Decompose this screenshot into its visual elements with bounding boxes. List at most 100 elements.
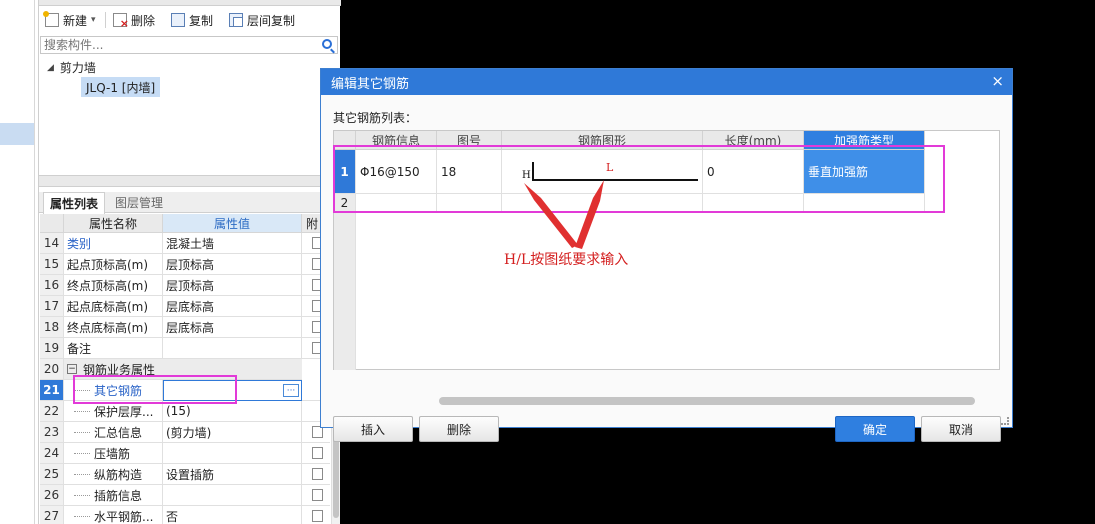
property-name: 纵筋构造: [64, 464, 163, 485]
property-name-text: 纵筋构造: [94, 467, 143, 482]
table-row[interactable]: 25 纵筋构造 设置插筋: [40, 464, 330, 485]
expand-triangle-icon[interactable]: ◢: [47, 63, 54, 73]
row-number: 25: [40, 464, 64, 485]
table-row[interactable]: 22 保护层厚... (15): [40, 401, 330, 422]
tab-label: 图层管理: [115, 196, 164, 210]
floor-copy-button-label: 层间复制: [247, 13, 296, 28]
row-number-header: [40, 214, 64, 233]
property-name-text: 保护层厚...: [94, 404, 154, 419]
property-value[interactable]: (15): [163, 401, 302, 422]
property-tabs: 属性列表 图层管理: [39, 192, 341, 214]
tree-connector: [74, 494, 90, 496]
property-name-text: 压墙筋: [94, 446, 131, 461]
chevron-down-icon[interactable]: ▾: [91, 15, 96, 25]
delete-icon: [113, 13, 129, 30]
search-box: [40, 36, 338, 54]
delete-button-label: 删除: [131, 13, 156, 28]
annotation-highlight-box: [333, 145, 945, 213]
table-row[interactable]: 18 终点底标高(m) 层底标高: [40, 317, 330, 338]
search-icon[interactable]: [322, 39, 332, 49]
tree-node-shear-wall[interactable]: ◢ 剪力墙: [47, 59, 96, 76]
header-name: 属性名称: [64, 214, 163, 233]
tab-layers[interactable]: 图层管理: [109, 192, 169, 213]
row-number: 15: [40, 254, 64, 275]
property-name: 类别: [64, 233, 163, 254]
table-row[interactable]: 27 水平钢筋... 否: [40, 506, 330, 524]
search-input[interactable]: [41, 37, 311, 53]
checkbox[interactable]: [312, 468, 323, 480]
table-row[interactable]: 24 压墙筋: [40, 443, 330, 464]
ok-button[interactable]: 确定: [835, 416, 915, 442]
tree-node-label: JLQ-1 [内墙]: [86, 80, 156, 95]
table-row[interactable]: 23 汇总信息 (剪力墙): [40, 422, 330, 443]
property-name: 压墙筋: [64, 443, 163, 464]
property-value[interactable]: [163, 485, 302, 506]
new-button-label: 新建: [63, 13, 88, 28]
tree-node-label: 剪力墙: [59, 61, 96, 75]
edit-other-rebar-dialog: 编辑其它钢筋 × 其它钢筋列表： 钢筋信息 图号 钢筋图形 长度(mm) 加强筋…: [320, 68, 1013, 442]
property-name: 终点底标高(m): [64, 317, 163, 338]
list-label: 其它钢筋列表：: [333, 111, 418, 125]
property-value[interactable]: [163, 443, 302, 464]
property-value[interactable]: (剪力墙): [163, 422, 302, 443]
property-table-header: 属性名称 属性值 附: [40, 214, 330, 233]
panel-splitter[interactable]: [39, 175, 341, 187]
property-value[interactable]: 层顶标高: [163, 275, 302, 296]
delete-row-button[interactable]: 删除: [419, 416, 499, 442]
more-options-icon[interactable]: ···: [283, 384, 299, 397]
row-number: 18: [40, 317, 64, 338]
property-value[interactable]: 层顶标高: [163, 254, 302, 275]
tab-label: 属性列表: [50, 197, 99, 211]
annotation-text: H/L按图纸要求输入: [504, 252, 629, 268]
property-value[interactable]: [163, 338, 302, 359]
horizontal-scrollbar[interactable]: [439, 397, 975, 405]
table-row[interactable]: 14 类别 混凝土墙: [40, 233, 330, 254]
cancel-button[interactable]: 取消: [921, 416, 1001, 442]
new-button[interactable]: 新建 ▾: [43, 11, 96, 29]
property-value[interactable]: 混凝土墙: [163, 233, 302, 254]
table-row[interactable]: 19 备注: [40, 338, 330, 359]
property-value[interactable]: 否: [163, 506, 302, 524]
left-strip-selection[interactable]: [0, 123, 34, 145]
resize-grip-icon[interactable]: [1001, 417, 1009, 425]
checkbox[interactable]: [312, 447, 323, 459]
tree-connector: [74, 431, 90, 433]
row-number: 14: [40, 233, 64, 254]
dialog-title-bar[interactable]: 编辑其它钢筋 ×: [321, 69, 1012, 95]
property-name: 备注: [64, 338, 163, 359]
row-number: 19: [40, 338, 64, 359]
tree-node-jlq-1[interactable]: JLQ-1 [内墙]: [81, 77, 161, 97]
delete-button[interactable]: 删除: [113, 11, 156, 30]
close-icon[interactable]: ×: [991, 73, 1004, 89]
property-value[interactable]: 层底标高: [163, 317, 302, 338]
collapse-icon[interactable]: −: [67, 364, 77, 374]
toolbar-separator: [105, 12, 106, 28]
copy-icon: [171, 13, 185, 27]
table-row[interactable]: 16 终点顶标高(m) 层顶标高: [40, 275, 330, 296]
copy-button[interactable]: 复制: [171, 11, 213, 29]
table-row[interactable]: 17 起点底标高(m) 层底标高: [40, 296, 330, 317]
floor-copy-button[interactable]: 层间复制: [229, 11, 295, 29]
component-toolbar: 新建 ▾ 删除 复制 层间复制: [39, 8, 341, 32]
component-panel: 新建 ▾ 删除 复制 层间复制 ◢ 剪力墙 JLQ-1 [内墙]: [38, 0, 341, 524]
row-number: 23: [40, 422, 64, 443]
new-file-icon: [43, 11, 59, 27]
tree-connector: [74, 410, 90, 412]
checkbox[interactable]: [312, 489, 323, 501]
table-row[interactable]: 26 插筋信息: [40, 485, 330, 506]
property-table: 属性名称 属性值 附 14 类别 混凝土墙 15 起点顶标高(m) 层顶标高 1…: [40, 214, 330, 524]
property-value[interactable]: 设置插筋: [163, 464, 302, 485]
insert-button[interactable]: 插入: [333, 416, 413, 442]
checkbox[interactable]: [312, 510, 323, 522]
table-row[interactable]: 15 起点顶标高(m) 层顶标高: [40, 254, 330, 275]
property-name: 起点底标高(m): [64, 296, 163, 317]
tab-attributes[interactable]: 属性列表: [43, 192, 106, 214]
row-number: 27: [40, 506, 64, 524]
property-name: 终点顶标高(m): [64, 275, 163, 296]
dialog-title: 编辑其它钢筋: [331, 76, 410, 92]
property-name: 起点顶标高(m): [64, 254, 163, 275]
property-value[interactable]: 层底标高: [163, 296, 302, 317]
panel-top-strip: [39, 0, 341, 6]
row-number: 21: [40, 380, 64, 401]
copy-button-label: 复制: [189, 13, 214, 28]
